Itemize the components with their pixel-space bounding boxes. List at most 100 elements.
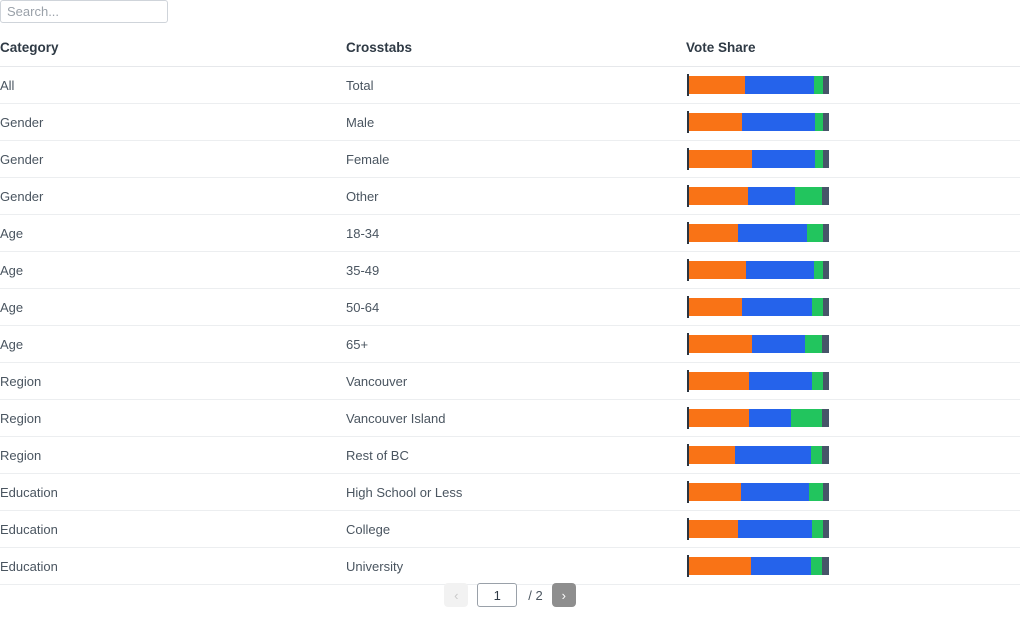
- table-row[interactable]: Education College: [0, 510, 1020, 548]
- stacked-bar: [689, 409, 829, 427]
- bar-segment-party-a: [689, 187, 748, 205]
- stacked-bar: [689, 150, 829, 168]
- bar-segment-party-a: [689, 335, 752, 353]
- bar-segment-other: [823, 224, 829, 242]
- vote-share-bar-chart: [686, 178, 832, 214]
- stacked-bar: [689, 76, 829, 94]
- table-row[interactable]: Gender Male: [0, 103, 1020, 141]
- cell-vote-share: [686, 140, 1020, 178]
- bar-segment-party-c: [812, 298, 824, 316]
- table-header-row: Category Crosstabs Vote Share: [0, 40, 1020, 67]
- cell-crosstab: University: [346, 547, 686, 585]
- vote-share-bar-chart: [686, 252, 832, 288]
- cell-crosstab: 50-64: [346, 288, 686, 326]
- bar-segment-party-a: [689, 261, 747, 279]
- cell-vote-share: [686, 547, 1020, 585]
- bar-segment-party-b: [749, 409, 792, 427]
- column-header-crosstabs[interactable]: Crosstabs: [346, 40, 686, 67]
- vote-share-bar-chart: [686, 141, 832, 177]
- bar-segment-other: [823, 261, 829, 279]
- cell-crosstab: Female: [346, 140, 686, 178]
- cell-crosstab: High School or Less: [346, 473, 686, 511]
- table-row[interactable]: Age 65+: [0, 325, 1020, 363]
- column-header-category[interactable]: Category: [0, 40, 346, 67]
- bar-segment-other: [821, 187, 829, 205]
- cell-vote-share: [686, 251, 1020, 289]
- stacked-bar: [689, 113, 829, 131]
- cell-crosstab: 18-34: [346, 214, 686, 252]
- cell-crosstab: 65+: [346, 325, 686, 363]
- vote-share-bar-chart: [686, 215, 832, 251]
- bar-segment-party-c: [805, 335, 822, 353]
- table-header: Category Crosstabs Vote Share: [0, 40, 1020, 67]
- table-row[interactable]: All Total: [0, 66, 1020, 104]
- bar-segment-party-b: [747, 187, 796, 205]
- stacked-bar: [689, 520, 829, 538]
- bar-segment-party-c: [812, 520, 824, 538]
- table-body: All Total Gender Male Gender Female Gender Othe…: [0, 66, 1020, 585]
- table-row[interactable]: Age 18-34: [0, 214, 1020, 252]
- bar-segment-party-b: [746, 261, 814, 279]
- bar-segment-party-c: [795, 187, 822, 205]
- bar-segment-party-a: [689, 557, 751, 575]
- bar-segment-other: [821, 446, 829, 464]
- table-row[interactable]: Education High School or Less: [0, 473, 1020, 511]
- cell-category: All: [0, 66, 346, 104]
- bar-segment-other: [821, 335, 829, 353]
- search-input[interactable]: [0, 0, 168, 23]
- total-pages-label: / 2: [528, 587, 543, 603]
- cell-category: Education: [0, 473, 346, 511]
- cell-crosstab: Other: [346, 177, 686, 215]
- table-row[interactable]: Gender Female: [0, 140, 1020, 178]
- bar-segment-party-b: [745, 76, 814, 94]
- table-row[interactable]: Region Vancouver: [0, 362, 1020, 400]
- bar-segment-party-c: [815, 150, 824, 168]
- bar-segment-party-b: [742, 113, 815, 131]
- bar-segment-party-a: [689, 446, 736, 464]
- cell-crosstab: 35-49: [346, 251, 686, 289]
- bar-segment-other: [823, 372, 829, 390]
- previous-page-button[interactable]: ‹: [444, 583, 469, 607]
- cell-category: Age: [0, 251, 346, 289]
- bar-segment-other: [823, 113, 829, 131]
- cell-category: Gender: [0, 103, 346, 141]
- bar-segment-party-a: [689, 298, 743, 316]
- bar-segment-party-a: [689, 113, 743, 131]
- bar-segment-party-c: [810, 557, 822, 575]
- cell-crosstab: Total: [346, 66, 686, 104]
- bar-segment-party-b: [735, 446, 811, 464]
- bar-segment-other: [821, 409, 829, 427]
- cell-vote-share: [686, 362, 1020, 400]
- vote-share-bar-chart: [686, 289, 832, 325]
- bar-segment-party-b: [752, 150, 815, 168]
- next-page-button[interactable]: ›: [551, 583, 576, 607]
- bar-segment-other: [823, 150, 829, 168]
- table-row[interactable]: Age 35-49: [0, 251, 1020, 289]
- table-row[interactable]: Age 50-64: [0, 288, 1020, 326]
- table-row[interactable]: Region Vancouver Island: [0, 399, 1020, 437]
- vote-share-bar-chart: [686, 67, 832, 103]
- table-row[interactable]: Region Rest of BC: [0, 436, 1020, 474]
- column-header-vote-share[interactable]: Vote Share: [686, 40, 1020, 67]
- cell-category: Age: [0, 325, 346, 363]
- bar-segment-party-c: [812, 372, 824, 390]
- bar-segment-party-b: [740, 483, 810, 501]
- cell-category: Age: [0, 214, 346, 252]
- bar-segment-party-b: [749, 372, 813, 390]
- vote-share-bar-chart: [686, 437, 832, 473]
- crosstabs-table-container: Category Crosstabs Vote Share All Total Ge…: [0, 40, 1020, 585]
- stacked-bar: [689, 446, 829, 464]
- stacked-bar: [689, 557, 829, 575]
- page-number-input[interactable]: [477, 583, 518, 607]
- bar-segment-other: [823, 483, 829, 501]
- bar-segment-party-a: [689, 520, 738, 538]
- cell-category: Education: [0, 510, 346, 548]
- bar-segment-other: [823, 520, 829, 538]
- table-row[interactable]: Education University: [0, 547, 1020, 585]
- cell-vote-share: [686, 399, 1020, 437]
- cell-vote-share: [686, 510, 1020, 548]
- crosstabs-table: Category Crosstabs Vote Share All Total Ge…: [0, 40, 1020, 585]
- stacked-bar: [689, 483, 829, 501]
- cell-vote-share: [686, 66, 1020, 104]
- table-row[interactable]: Gender Other: [0, 177, 1020, 215]
